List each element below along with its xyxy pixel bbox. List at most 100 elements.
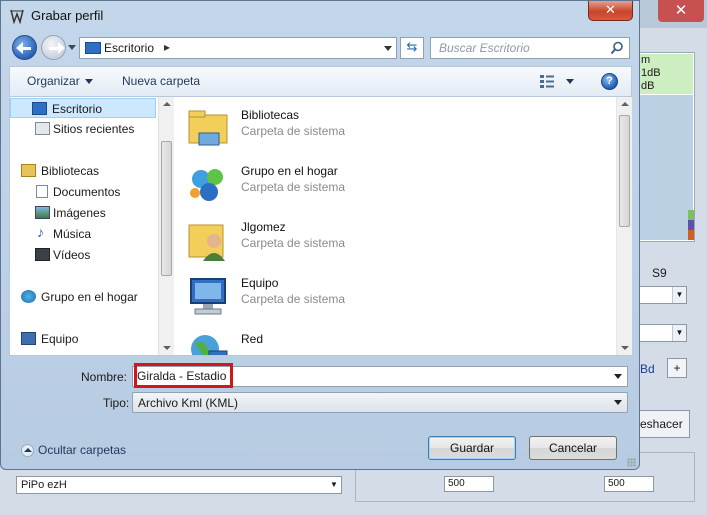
sidebar-item-bibliotecas[interactable]: Bibliotecas [10, 161, 156, 181]
item-desc: Carpeta de sistema [241, 180, 346, 194]
sidebar-item-equipo[interactable]: Equipo [10, 329, 156, 349]
sidebar-item-label: Sitios recientes [53, 122, 135, 136]
sidebar-item-label: Documentos [53, 185, 121, 199]
save-button[interactable]: Guardar [428, 436, 516, 460]
background-undo-button[interactable]: eshacer [636, 410, 690, 438]
computer-icon [21, 332, 36, 345]
background-legend: m 1dB dB [639, 54, 693, 94]
hide-folders-toggle[interactable]: Ocultar carpetas [21, 443, 127, 458]
computer-icon [190, 278, 226, 315]
item-desc: Carpeta de sistema [241, 236, 346, 250]
pictures-icon [35, 206, 50, 219]
sidebar-item-label: Música [53, 227, 92, 241]
close-button[interactable]: ✕ [588, 1, 633, 21]
list-item[interactable]: Red [185, 327, 585, 355]
sidebar-item-grupo-hogar[interactable]: Grupo en el hogar [10, 287, 156, 307]
chevron-down-icon: ▼ [672, 325, 686, 341]
sidebar-item-imagenes[interactable]: Imágenes [10, 203, 156, 223]
background-combo[interactable]: ▼ [637, 286, 687, 304]
background-chart [639, 95, 693, 240]
chevron-right-icon[interactable]: ▸ [164, 40, 170, 54]
view-options-icon[interactable] [540, 75, 554, 88]
background-plus-button[interactable]: + [667, 358, 687, 378]
item-desc: Carpeta de sistema [241, 124, 346, 138]
legend-line: dB [641, 80, 655, 92]
background-close-button[interactable]: ✕ [658, 0, 704, 22]
videos-icon [35, 248, 50, 261]
sidebar-item-label: Vídeos [53, 248, 91, 262]
scroll-thumb[interactable] [619, 115, 630, 227]
sidebar-item-videos[interactable]: Vídeos [10, 245, 156, 265]
recent-locations-icon[interactable] [68, 45, 76, 50]
refresh-button[interactable]: ⇆ [400, 37, 424, 59]
scroll-down-icon[interactable] [621, 346, 629, 350]
back-button[interactable] [12, 35, 37, 60]
search-icon[interactable] [610, 41, 624, 55]
annotation-highlight-box [134, 363, 233, 388]
sidebar-item-label: Grupo en el hogar [41, 290, 138, 304]
sidebar-item-label: Equipo [41, 332, 79, 346]
background-chart-strip [688, 210, 694, 240]
libraries-icon [21, 164, 36, 177]
address-bar[interactable]: Escritorio ▸ [79, 37, 397, 59]
scroll-up-icon[interactable] [621, 102, 629, 106]
scroll-thumb[interactable] [161, 141, 172, 276]
item-name: Equipo [241, 276, 279, 290]
app-icon [10, 9, 24, 24]
command-bar: Organizar Nueva carpeta ? [9, 66, 632, 96]
chevron-down-icon: ▼ [672, 287, 686, 303]
sidebar-item-musica[interactable]: ♪ Música [10, 224, 156, 244]
chevron-down-icon: ▼ [330, 480, 338, 489]
list-item[interactable]: Equipo Carpeta de sistema [185, 271, 585, 321]
chevron-down-icon[interactable] [614, 374, 622, 379]
list-item[interactable]: Bibliotecas Carpeta de sistema [185, 103, 585, 153]
forward-button[interactable] [41, 35, 66, 60]
recent-places-icon [35, 122, 50, 135]
background-max-field[interactable]: 500 [604, 476, 654, 492]
dialog-titlebar[interactable]: Grabar perfil ✕ [1, 1, 639, 29]
save-profile-dialog: Grabar perfil ✕ Escritorio ▸ ⇆ Buscar Es… [0, 0, 640, 470]
background-s9-label: S9 [652, 266, 667, 280]
cancel-button[interactable]: Cancelar [529, 436, 617, 460]
new-folder-button[interactable]: Nueva carpeta [122, 74, 200, 88]
homegroup-icon [190, 169, 223, 201]
sidebar-item-label: Bibliotecas [41, 164, 100, 178]
desktop-icon [32, 102, 47, 115]
background-min-field[interactable]: 500 [444, 476, 494, 492]
network-icon [191, 335, 228, 355]
item-desc: Carpeta de sistema [241, 292, 346, 306]
address-crumb[interactable]: Escritorio [104, 41, 154, 55]
search-placeholder: Buscar Escritorio [439, 41, 530, 55]
search-input[interactable]: Buscar Escritorio [430, 37, 630, 59]
scroll-up-icon[interactable] [163, 102, 171, 106]
legend-line: m [641, 54, 651, 66]
organize-button[interactable]: Organizar [27, 74, 93, 88]
list-item[interactable]: Grupo en el hogar Carpeta de sistema [185, 159, 585, 209]
view-dropdown-icon[interactable] [566, 79, 574, 84]
background-profile-combo[interactable]: PiPo ezH ▼ [16, 476, 342, 494]
list-item[interactable]: Jlgomez Carpeta de sistema [185, 215, 585, 265]
navigation-scrollbar[interactable] [158, 97, 174, 355]
music-icon: ♪ [37, 224, 44, 240]
legend-line: 1dB [641, 67, 661, 79]
background-combo[interactable]: ▼ [637, 324, 687, 342]
resize-grip[interactable] [627, 458, 636, 467]
item-name: Red [241, 332, 264, 346]
hide-folders-label: Ocultar carpetas [38, 443, 127, 457]
filename-label: Nombre: [81, 370, 128, 384]
file-list: Bibliotecas Carpeta de sistema Grupo en … [175, 97, 615, 355]
browser-body: Escritorio Sitios recientes Bibliotecas … [9, 96, 632, 356]
sidebar-item-escritorio[interactable]: Escritorio [10, 98, 156, 118]
sidebar-item-sitios-recientes[interactable]: Sitios recientes [10, 119, 156, 139]
navigation-pane: Escritorio Sitios recientes Bibliotecas … [10, 97, 158, 355]
item-name: Grupo en el hogar [241, 164, 338, 178]
scroll-down-icon[interactable] [163, 346, 171, 350]
file-list-scrollbar[interactable] [616, 97, 632, 355]
libraries-icon [188, 110, 228, 146]
address-dropdown-icon[interactable] [384, 46, 392, 51]
help-icon[interactable]: ? [601, 73, 618, 90]
user-folder-icon [188, 224, 225, 261]
sidebar-item-documentos[interactable]: Documentos [10, 182, 156, 202]
homegroup-icon [21, 290, 36, 303]
filetype-select[interactable]: Archivo Kml (KML) [132, 392, 628, 413]
